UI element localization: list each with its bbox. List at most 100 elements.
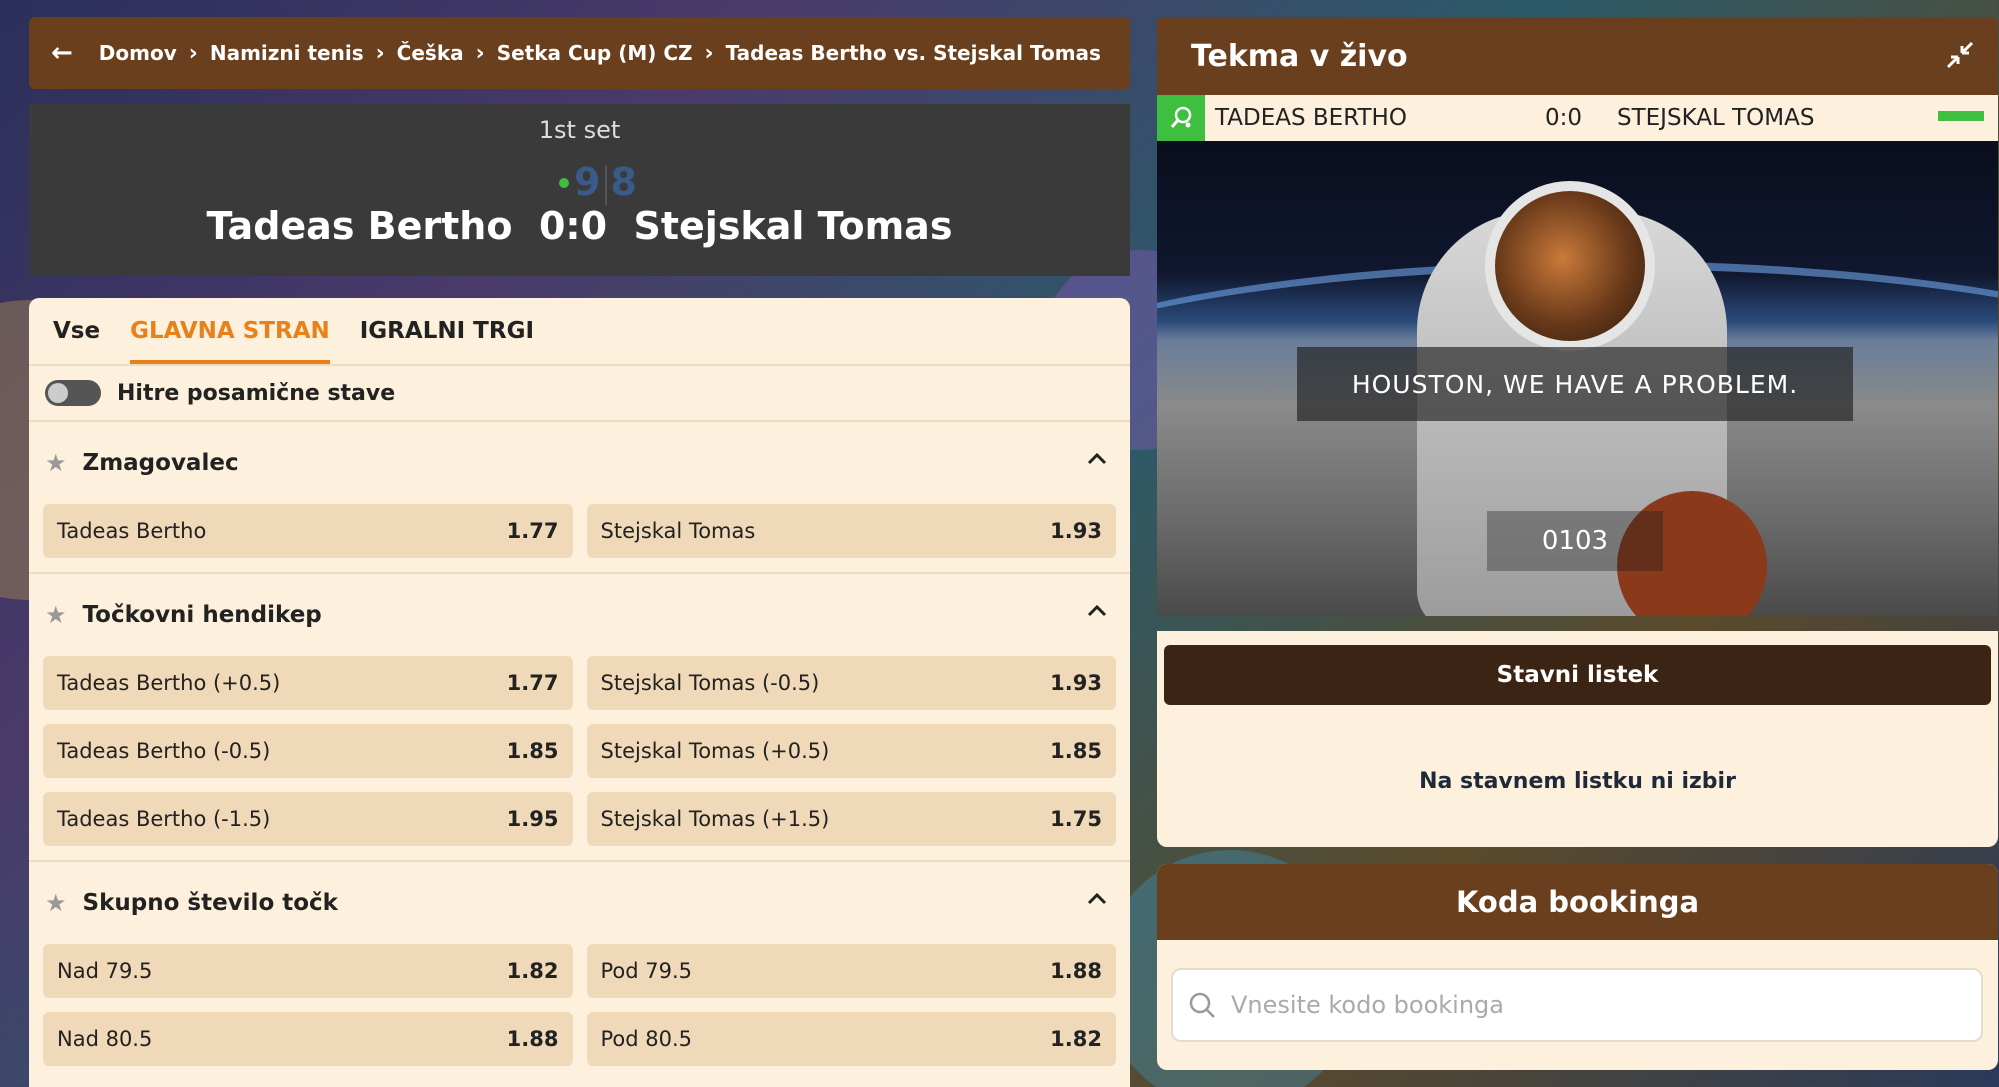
serve-indicator-icon: [559, 178, 569, 188]
booking-code-panel: Koda bookinga: [1157, 864, 1998, 1070]
odd-button[interactable]: Stejskal Tomas 1.93: [586, 504, 1116, 558]
odd-price: 1.77: [506, 671, 559, 695]
quick-bets-row: Hitre posamične stave: [29, 366, 1130, 422]
breadcrumb-item-match: Tadeas Bertho vs. Stejskal Tomas: [725, 41, 1101, 65]
live-match-header: Tekma v živo: [1157, 17, 1998, 95]
odd-label: Tadeas Bertho: [57, 519, 207, 543]
odd-price: 1.88: [1050, 959, 1102, 983]
live-video[interactable]: HOUSTON, WE HAVE A PROBLEM. 0103: [1157, 141, 1998, 616]
set-label: 1st set: [538, 116, 621, 144]
set-points-home: 9: [574, 160, 603, 204]
odd-label: Stejskal Tomas (-0.5): [600, 671, 820, 695]
odd-price: 1.82: [1050, 1027, 1102, 1051]
odd-button[interactable]: Stejskal Tomas (+0.5) 1.85: [586, 724, 1116, 778]
odd-price: 1.93: [1050, 671, 1102, 695]
chevron-up-icon[interactable]: [1086, 600, 1108, 622]
table-tennis-icon: [1157, 95, 1205, 141]
back-arrow-icon[interactable]: ←: [51, 38, 73, 68]
quick-bets-toggle[interactable]: [45, 380, 101, 406]
bet-slip-header[interactable]: Stavni listek: [1164, 645, 1991, 705]
odd-button[interactable]: Tadeas Bertho (-1.5) 1.95: [43, 792, 573, 846]
odd-label: Tadeas Bertho (-1.5): [57, 807, 271, 831]
odd-button[interactable]: Tadeas Bertho 1.77: [43, 504, 573, 558]
markets-panel: Vse GLAVNA STRAN IGRALNI TRGI Hitre posa…: [29, 298, 1130, 1087]
odd-price: 1.88: [506, 1027, 559, 1051]
odds-row: Tadeas Bertho (-1.5) 1.95 Stejskal Tomas …: [29, 792, 1130, 846]
live-status-bar: [1938, 111, 1984, 121]
home-team-name: Tadeas Bertho: [206, 204, 513, 248]
live-score: 0:0: [1545, 105, 1583, 131]
odd-price: 1.85: [506, 739, 559, 763]
odd-label: Nad 80.5: [57, 1027, 153, 1051]
odd-button[interactable]: Pod 80.5 1.82: [586, 1012, 1116, 1066]
score-header: 1st set 98 Tadeas Bertho 0:0 Stejskal To…: [29, 104, 1130, 276]
chevron-right-icon: ›: [704, 40, 714, 66]
odd-price: 1.82: [506, 959, 559, 983]
market-title: Točkovni hendikep: [82, 602, 322, 628]
odd-label: Nad 79.5: [57, 959, 153, 983]
odd-label: Tadeas Bertho (-0.5): [57, 739, 271, 763]
star-icon[interactable]: ★: [45, 601, 67, 629]
chevron-right-icon: ›: [375, 40, 385, 66]
breadcrumb-item-sport[interactable]: Namizni tenis: [210, 41, 364, 65]
live-match-title: Tekma v živo: [1191, 38, 1408, 74]
breadcrumb-item-home[interactable]: Domov: [99, 41, 177, 65]
odd-label: Pod 79.5: [600, 959, 693, 983]
odds-row: Nad 80.5 1.88 Pod 80.5 1.82: [29, 1012, 1130, 1066]
compress-icon[interactable]: [1944, 39, 1976, 71]
quick-bets-label: Hitre posamične stave: [117, 380, 396, 406]
star-icon[interactable]: ★: [45, 449, 67, 477]
odd-button[interactable]: Tadeas Bertho (-0.5) 1.85: [43, 724, 573, 778]
chevron-up-icon[interactable]: [1086, 448, 1108, 470]
odd-label: Stejskal Tomas (+0.5): [600, 739, 830, 763]
tab-main[interactable]: GLAVNA STRAN: [130, 298, 330, 364]
market-header-winner[interactable]: ★ Zmagovalec: [29, 422, 1130, 504]
breadcrumb: ← Domov › Namizni tenis › Češka › Setka …: [29, 17, 1130, 89]
video-helmet: [1485, 181, 1655, 351]
market-header-total-points[interactable]: ★ Skupno število točk: [29, 862, 1130, 944]
booking-code-input[interactable]: [1231, 991, 1951, 1019]
toggle-knob: [48, 383, 68, 403]
odd-button[interactable]: Nad 80.5 1.88: [43, 1012, 573, 1066]
odds-row: Tadeas Bertho (-0.5) 1.85 Stejskal Tomas …: [29, 724, 1130, 778]
bet-slip-empty-message: Na stavnem listku ni izbir: [1419, 769, 1736, 794]
booking-code-title: Koda bookinga: [1157, 864, 1998, 940]
live-home-name: TADEAS BERTHO: [1215, 105, 1407, 131]
odd-price: 1.85: [1050, 739, 1102, 763]
live-away-name: STEJSKAL TOMAS: [1617, 105, 1815, 131]
odd-button[interactable]: Stejskal Tomas (-0.5) 1.93: [586, 656, 1116, 710]
odd-button[interactable]: Pod 79.5 1.88: [586, 944, 1116, 998]
market-header-handicap[interactable]: ★ Točkovni hendikep: [29, 574, 1130, 656]
odd-label: Stejskal Tomas: [600, 519, 756, 543]
search-icon: [1189, 992, 1215, 1018]
odd-price: 1.95: [506, 807, 559, 831]
odd-label: Stejskal Tomas (+1.5): [600, 807, 830, 831]
star-icon[interactable]: ★: [45, 889, 67, 917]
booking-code-field[interactable]: [1171, 968, 1983, 1042]
odds-row: Tadeas Bertho 1.77 Stejskal Tomas 1.93: [29, 504, 1130, 558]
divider: [605, 164, 608, 205]
odds-row: Tadeas Bertho (+0.5) 1.77 Stejskal Tomas …: [29, 656, 1130, 710]
market-title: Zmagovalec: [82, 450, 239, 476]
match-score: Tadeas Bertho 0:0 Stejskal Tomas: [29, 204, 1130, 248]
set-points: 98: [574, 160, 639, 205]
bet-slip: Stavni listek Na stavnem listku ni izbir: [1157, 631, 1998, 847]
odd-price: 1.75: [1050, 807, 1102, 831]
tab-all[interactable]: Vse: [53, 298, 100, 364]
breadcrumb-item-country[interactable]: Češka: [397, 41, 464, 65]
market-title: Skupno število točk: [82, 890, 338, 916]
odd-price: 1.77: [506, 519, 559, 543]
odd-button[interactable]: Tadeas Bertho (+0.5) 1.77: [43, 656, 573, 710]
video-code: 0103: [1487, 511, 1663, 571]
breadcrumb-item-league[interactable]: Setka Cup (M) CZ: [497, 41, 693, 65]
odd-button[interactable]: Nad 79.5 1.82: [43, 944, 573, 998]
tab-game-markets[interactable]: IGRALNI TRGI: [360, 298, 534, 364]
odd-button[interactable]: Stejskal Tomas (+1.5) 1.75: [586, 792, 1116, 846]
set-points-away: 8: [610, 160, 639, 204]
chevron-up-icon[interactable]: [1086, 888, 1108, 910]
chevron-right-icon: ›: [188, 40, 198, 66]
odds-row: Nad 79.5 1.82 Pod 79.5 1.88: [29, 944, 1130, 998]
chevron-right-icon: ›: [475, 40, 485, 66]
odd-label: Pod 80.5: [600, 1027, 693, 1051]
match-score-value: 0:0: [538, 204, 608, 248]
